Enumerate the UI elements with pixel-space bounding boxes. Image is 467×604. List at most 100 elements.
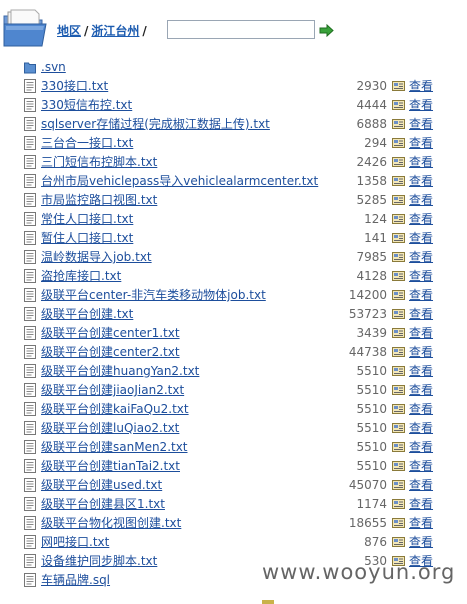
text-file-icon (24, 117, 36, 131)
text-file-icon (24, 98, 36, 112)
file-name-link[interactable]: 三台合一接口.txt (41, 135, 133, 151)
file-size: 876 (364, 535, 387, 549)
file-row: 常住人口接口.txt 124 查看 (0, 210, 467, 229)
file-name-link[interactable]: 级联平台创建sanMen2.txt (41, 439, 188, 455)
file-size: 5510 (356, 402, 387, 416)
view-link[interactable]: 查看 (409, 192, 433, 208)
breadcrumb-current-link[interactable]: 浙江台州 (91, 24, 139, 38)
file-name-link[interactable]: sqlserver存储过程(完成椒江数据上传).txt (41, 116, 270, 132)
file-name-link[interactable]: 暂住人口接口.txt (41, 230, 133, 246)
view-link[interactable]: 查看 (409, 458, 433, 474)
file-name-link[interactable]: 三门短信布控脚本.txt (41, 154, 157, 170)
breadcrumb-root-link[interactable]: 地区 (57, 24, 81, 38)
header: 地区 / 浙江台州 / (0, 0, 467, 56)
text-file-icon (24, 383, 36, 397)
file-name-link[interactable]: 级联平台创建luQiao2.txt (41, 420, 179, 436)
view-link[interactable]: 查看 (409, 78, 433, 94)
file-name-link[interactable]: 盗抢库接口.txt (41, 268, 121, 284)
go-arrow-icon[interactable] (319, 24, 334, 37)
file-size: 2930 (356, 79, 387, 93)
file-row: 级联平台创建tianTai2.txt 5510 查看 (0, 457, 467, 476)
file-row: 三门短信布控脚本.txt 2426 查看 (0, 153, 467, 172)
file-name-link[interactable]: 级联平台创建jiaoJian2.txt (41, 382, 184, 398)
file-name-link[interactable]: 级联平台创建.txt (41, 306, 133, 322)
file-size: 53723 (348, 307, 387, 321)
path-input[interactable] (167, 20, 315, 39)
view-icon (392, 328, 405, 338)
view-link[interactable]: 查看 (409, 344, 433, 360)
file-name-link[interactable]: 级联平台创建used.txt (41, 477, 162, 493)
view-link[interactable]: 查看 (409, 477, 433, 493)
view-link[interactable]: 查看 (409, 515, 433, 531)
file-name-link[interactable]: 级联平台创建center2.txt (41, 344, 180, 360)
view-icon (392, 309, 405, 319)
file-name-link[interactable]: 330短信布控.txt (41, 97, 132, 113)
view-link[interactable]: 查看 (409, 496, 433, 512)
view-icon (392, 100, 405, 110)
folder-icon (24, 62, 36, 74)
view-link[interactable]: 查看 (409, 173, 433, 189)
file-name-link[interactable]: 常住人口接口.txt (41, 211, 133, 227)
view-link[interactable]: 查看 (409, 363, 433, 379)
file-name-link[interactable]: 台州市局vehiclepass导入vehiclealarmcenter.txt (41, 173, 318, 189)
view-link[interactable]: 查看 (409, 154, 433, 170)
view-link[interactable]: 查看 (409, 382, 433, 398)
text-file-icon (24, 364, 36, 378)
text-file-icon (24, 155, 36, 169)
file-row: sqlserver存储过程(完成椒江数据上传).txt 6888 查看 (0, 115, 467, 134)
text-file-icon (24, 459, 36, 473)
file-name-link[interactable]: 设备维护同步脚本.txt (41, 553, 157, 569)
folder-icon (3, 9, 47, 47)
view-icon (392, 214, 405, 224)
text-file-icon (24, 421, 36, 435)
file-name-link[interactable]: 级联平台创建huangYan2.txt (41, 363, 199, 379)
view-link[interactable]: 查看 (409, 420, 433, 436)
file-name-link[interactable]: 级联平台物化视图创建.txt (41, 515, 181, 531)
view-link[interactable]: 查看 (409, 135, 433, 151)
text-file-icon (24, 250, 36, 264)
file-size: 5510 (356, 383, 387, 397)
file-row: 级联平台创建used.txt 45070 查看 (0, 476, 467, 495)
folder-name-link[interactable]: .svn (41, 59, 66, 75)
text-file-icon (24, 326, 36, 340)
view-icon (392, 290, 405, 300)
view-link[interactable]: 查看 (409, 534, 433, 550)
view-link[interactable]: 查看 (409, 230, 433, 246)
view-link[interactable]: 查看 (409, 97, 433, 113)
file-name-link[interactable]: 级联平台center-非汽车类移动物体job.txt (41, 287, 266, 303)
file-name-link[interactable]: 级联平台创建kaiFaQu2.txt (41, 401, 189, 417)
view-icon (392, 176, 405, 186)
file-size: 6888 (356, 117, 387, 131)
view-link[interactable]: 查看 (409, 287, 433, 303)
view-icon (392, 499, 405, 509)
file-row: 级联平台创建.txt 53723 查看 (0, 305, 467, 324)
file-name-link[interactable]: 市局监控路口视图.txt (41, 192, 157, 208)
view-icon (392, 347, 405, 357)
view-link[interactable]: 查看 (409, 401, 433, 417)
breadcrumb-separator: / (142, 24, 147, 38)
view-link[interactable]: 查看 (409, 116, 433, 132)
file-name-link[interactable]: 级联平台创建center1.txt (41, 325, 180, 341)
view-link[interactable]: 查看 (409, 249, 433, 265)
view-link[interactable]: 查看 (409, 268, 433, 284)
text-file-icon (24, 516, 36, 530)
view-link[interactable]: 查看 (409, 439, 433, 455)
view-link[interactable]: 查看 (409, 211, 433, 227)
file-name-link[interactable]: 级联平台创建tianTai2.txt (41, 458, 180, 474)
text-file-icon (24, 497, 36, 511)
view-link[interactable]: 查看 (409, 306, 433, 322)
file-name-link[interactable]: 级联平台创建县区1.txt (41, 496, 165, 512)
file-size: 3439 (356, 326, 387, 340)
view-icon (392, 480, 405, 490)
file-name-link[interactable]: 网吧接口.txt (41, 534, 109, 550)
file-name-link[interactable]: 温岭数据导入job.txt (41, 249, 152, 265)
view-link[interactable]: 查看 (409, 325, 433, 341)
text-file-icon (24, 269, 36, 283)
file-size: 5510 (356, 459, 387, 473)
file-row: 级联平台创建center2.txt 44738 查看 (0, 343, 467, 362)
file-name-link[interactable]: 车辆品牌.sql (41, 572, 110, 588)
file-row: 温岭数据导入job.txt 7985 查看 (0, 248, 467, 267)
file-name-link[interactable]: 330接口.txt (41, 78, 108, 94)
file-size: 5510 (356, 440, 387, 454)
file-size: 44738 (348, 345, 387, 359)
